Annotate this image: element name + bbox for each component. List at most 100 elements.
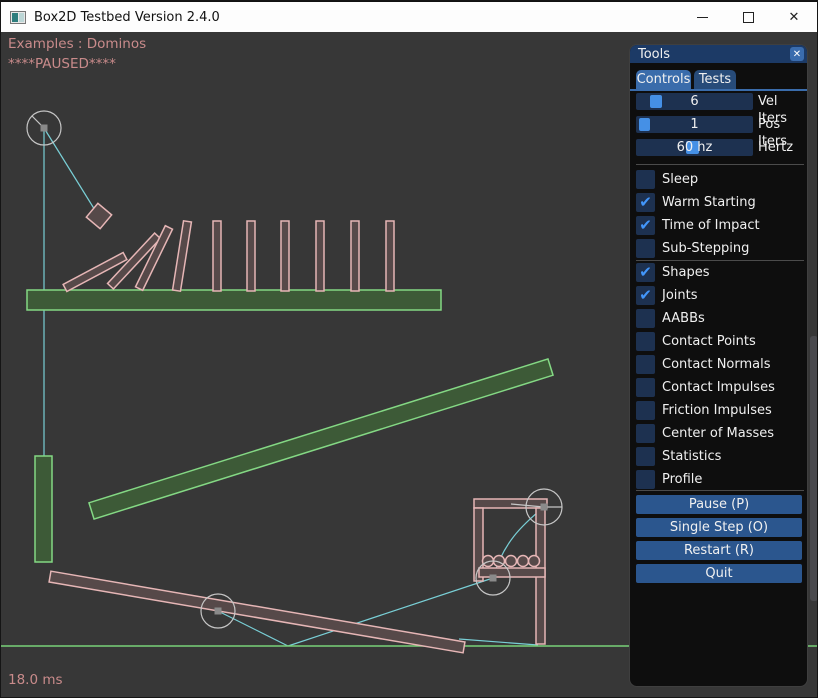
pendulum-bob[interactable] <box>86 203 111 228</box>
separator <box>636 260 804 261</box>
checkbox-label: Joints <box>662 286 698 305</box>
domino[interactable] <box>247 221 255 291</box>
pos-iters-value: 1 <box>690 117 698 132</box>
tools-panel: Tools ✕ Controls Tests 6 Vel Iters 1 Pos… <box>629 44 808 687</box>
checkbox-box[interactable] <box>636 378 655 397</box>
vel-iters-slider[interactable]: 6 <box>636 93 753 110</box>
checkbox-sub-stepping[interactable]: Sub-Stepping <box>630 239 807 258</box>
tools-panel-title: Tools <box>638 47 670 62</box>
checkbox-label: AABBs <box>662 309 705 328</box>
checkbox-friction-impulses[interactable]: Friction Impulses <box>630 401 807 420</box>
checkbox-box[interactable]: ✔ <box>636 286 655 305</box>
frame-shelf[interactable] <box>479 568 545 577</box>
close-icon: ✕ <box>789 11 800 24</box>
example-label: Examples : Dominos <box>8 36 146 52</box>
checkbox-sleep[interactable]: Sleep <box>630 170 807 189</box>
seesaw-plank[interactable] <box>49 571 465 653</box>
minimize-icon <box>697 17 708 18</box>
separator <box>636 490 804 491</box>
vel-iters-row: 6 Vel Iters <box>630 93 807 110</box>
pos-iters-slider[interactable]: 1 <box>636 116 753 133</box>
close-button[interactable]: ✕ <box>771 2 817 33</box>
tab-controls[interactable]: Controls <box>636 70 691 89</box>
ball[interactable] <box>506 556 517 567</box>
checkbox-profile[interactable]: Profile <box>630 470 807 489</box>
checkbox-warm-starting[interactable]: ✔ Warm Starting <box>630 193 807 212</box>
anchor-center-square <box>490 575 497 582</box>
checkbox-contact-impulses[interactable]: Contact Impulses <box>630 378 807 397</box>
vertical-slab[interactable] <box>35 456 52 562</box>
checkbox-statistics[interactable]: Statistics <box>630 447 807 466</box>
checkbox-box[interactable] <box>636 355 655 374</box>
domino[interactable] <box>213 221 221 291</box>
checkbox-label: Shapes <box>662 263 709 282</box>
checkbox-box[interactable]: ✔ <box>636 216 655 235</box>
checkbox-label: Time of Impact <box>662 216 760 235</box>
restart-button[interactable]: Restart (R) <box>636 541 802 560</box>
checkbox-label: Warm Starting <box>662 193 756 212</box>
pause-button[interactable]: Pause (P) <box>636 495 802 514</box>
tilted-plank[interactable] <box>89 359 553 519</box>
checkbox-center-of-masses[interactable]: Center of Masses <box>630 424 807 443</box>
checkbox-label: Contact Normals <box>662 355 771 374</box>
pos-iters-row: 1 Pos Iters <box>630 116 807 133</box>
app-window: Box2D Testbed Version 2.4.0 ✕ <box>0 0 818 698</box>
checkbox-label: Sub-Stepping <box>662 239 749 258</box>
maximize-icon <box>743 12 754 23</box>
checkbox-label: Friction Impulses <box>662 401 772 420</box>
ball[interactable] <box>529 556 540 567</box>
vel-iters-value: 6 <box>690 94 698 109</box>
checkbox-contact-points[interactable]: Contact Points <box>630 332 807 351</box>
window-controls: ✕ <box>679 2 817 33</box>
checkbox-box[interactable] <box>636 470 655 489</box>
window-title: Box2D Testbed Version 2.4.0 <box>34 10 220 25</box>
anchor-center-square <box>215 608 222 615</box>
checkbox-box[interactable] <box>636 309 655 328</box>
hertz-label: Hertz <box>758 139 793 156</box>
checkbox-joints[interactable]: ✔ Joints <box>630 286 807 305</box>
tools-panel-header[interactable]: Tools ✕ <box>630 45 807 63</box>
checkbox-box[interactable] <box>636 424 655 443</box>
paused-label: ****PAUSED**** <box>8 56 116 72</box>
joint-line <box>459 639 538 645</box>
minimize-button[interactable] <box>679 2 725 33</box>
checkbox-box[interactable] <box>636 401 655 420</box>
domino[interactable] <box>351 221 359 291</box>
separator <box>636 164 804 165</box>
checkbox-aabbs[interactable]: AABBs <box>630 309 807 328</box>
checkbox-label: Contact Impulses <box>662 378 775 397</box>
domino[interactable] <box>281 221 289 291</box>
slider-grab[interactable] <box>650 95 662 108</box>
slider-grab[interactable] <box>639 118 650 131</box>
checkbox-label: Sleep <box>662 170 698 189</box>
anchor-center-square <box>41 125 48 132</box>
offscreen-scrollbar[interactable] <box>810 336 818 601</box>
checkbox-box[interactable]: ✔ <box>636 263 655 282</box>
checkbox-label: Statistics <box>662 447 721 466</box>
domino[interactable] <box>386 221 394 291</box>
checkbox-label: Center of Masses <box>662 424 774 443</box>
ball[interactable] <box>518 556 529 567</box>
tab-tests[interactable]: Tests <box>694 70 736 89</box>
single-step-button[interactable]: Single Step (O) <box>636 518 802 537</box>
checkbox-box[interactable] <box>636 239 655 258</box>
checkbox-box[interactable]: ✔ <box>636 193 655 212</box>
title-bar[interactable]: Box2D Testbed Version 2.4.0 ✕ <box>1 1 817 32</box>
domino-leaning[interactable] <box>173 221 192 291</box>
domino[interactable] <box>316 221 324 291</box>
domino-platform <box>27 290 441 310</box>
checkbox-box[interactable] <box>636 170 655 189</box>
maximize-button[interactable] <box>725 2 771 33</box>
quit-button[interactable]: Quit <box>636 564 802 583</box>
hertz-slider[interactable]: 60 hz <box>636 139 753 156</box>
checkbox-time-of-impact[interactable]: ✔ Time of Impact <box>630 216 807 235</box>
checkbox-box[interactable] <box>636 332 655 351</box>
hertz-value: 60 hz <box>677 140 713 155</box>
anchor-center-square <box>541 504 548 511</box>
checkbox-contact-normals[interactable]: Contact Normals <box>630 355 807 374</box>
checkbox-shapes[interactable]: ✔ Shapes <box>630 263 807 282</box>
checkbox-label: Profile <box>662 470 702 489</box>
checkbox-box[interactable] <box>636 447 655 466</box>
pendulum-joint-line <box>44 128 98 215</box>
panel-close-button[interactable]: ✕ <box>790 47 804 61</box>
